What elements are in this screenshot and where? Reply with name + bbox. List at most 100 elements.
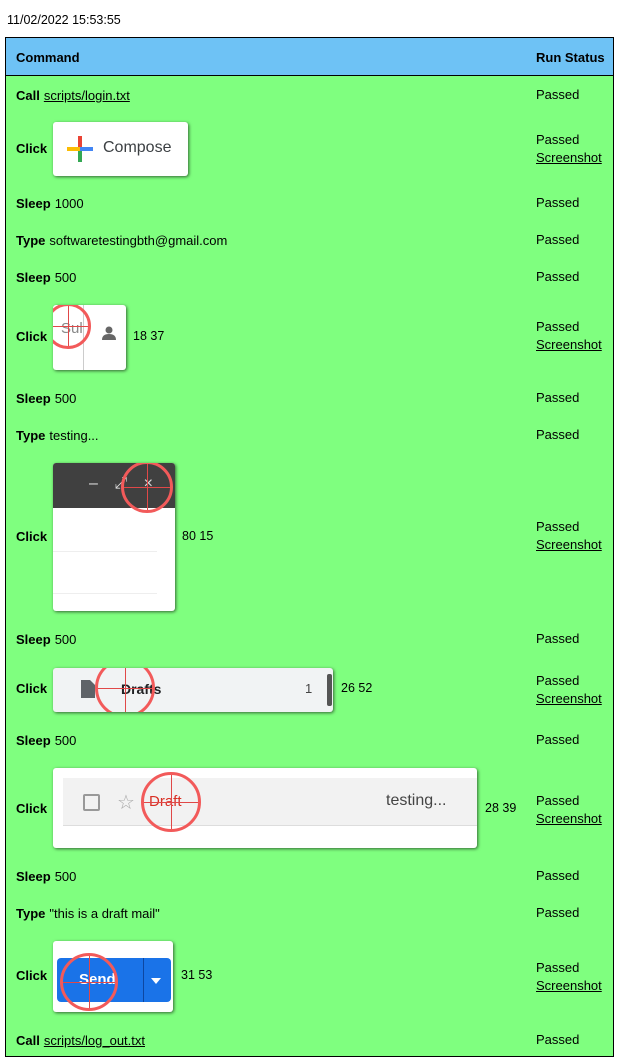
command-action: Call — [16, 1033, 40, 1048]
script-link[interactable]: scripts/login.txt — [44, 88, 130, 103]
command-action: Sleep — [16, 391, 51, 406]
status-text: Passed — [536, 960, 580, 975]
status-cell: Passed — [536, 1031, 579, 1049]
command-cell: Click — [16, 681, 51, 696]
click-target-marker — [141, 772, 201, 832]
status-text: Passed — [536, 132, 580, 147]
status-cell: Passed — [536, 389, 579, 407]
dropdown-arrow-icon — [151, 978, 161, 984]
status-cell: Passed — [536, 904, 579, 922]
command-cell: Call scripts/log_out.txt — [16, 1033, 145, 1048]
command-cell: Sleep 500 — [16, 733, 76, 748]
command-cell: Sleep 1000 — [16, 196, 84, 211]
compose-plus-icon — [67, 136, 93, 162]
command-cell: Call scripts/login.txt — [16, 88, 130, 103]
click-target-thumbnail: ☆ Draft testing... — [53, 768, 477, 848]
status-cell: Passed — [536, 630, 579, 648]
command-column-header: Command — [16, 50, 80, 65]
command-action: Click — [16, 681, 48, 696]
screenshot-link[interactable]: Screenshot — [536, 536, 602, 554]
status-cell: Passed Screenshot — [536, 959, 602, 995]
screenshot-link[interactable]: Screenshot — [536, 977, 602, 995]
command-action: Click — [16, 529, 48, 544]
click-target-thumbnail: Compose — [53, 122, 188, 176]
status-text: Passed — [536, 1032, 580, 1047]
draft-file-icon — [81, 680, 95, 698]
person-icon — [102, 326, 116, 340]
command-cell: Sleep 500 — [16, 632, 76, 647]
command-argument: 500 — [54, 270, 77, 285]
status-cell: Passed Screenshot — [536, 318, 602, 354]
status-text: Passed — [536, 673, 580, 688]
click-coordinates: 31 53 — [181, 968, 213, 982]
status-cell: Passed Screenshot — [536, 792, 602, 828]
status-text: Passed — [536, 905, 580, 920]
click-target-marker — [95, 668, 155, 712]
subject-text: testing... — [386, 792, 447, 809]
status-text: Passed — [536, 232, 580, 247]
command-cell: Sleep 500 — [16, 391, 76, 406]
status-text: Passed — [536, 519, 580, 534]
command-action: Click — [16, 329, 48, 344]
click-coordinates: 18 37 — [133, 329, 165, 343]
command-action: Type — [16, 428, 46, 443]
command-cell: Sleep 500 — [16, 270, 76, 285]
command-cell: Type softwaretestingbth@gmail.com — [16, 233, 227, 248]
status-cell: Passed — [536, 231, 579, 249]
command-cell: Click — [16, 329, 51, 344]
click-coordinates: 80 15 — [182, 529, 214, 543]
click-target-marker — [53, 305, 91, 349]
command-argument: "this is a draft mail" — [49, 906, 160, 921]
command-action: Click — [16, 141, 48, 156]
script-link[interactable]: scripts/log_out.txt — [44, 1033, 145, 1048]
status-cell: Passed Screenshot — [536, 131, 602, 167]
status-cell: Passed Screenshot — [536, 518, 602, 554]
command-action: Sleep — [16, 270, 51, 285]
click-target-thumbnail: – ⤢ × — [53, 463, 175, 611]
command-action: Click — [16, 968, 48, 983]
command-argument: 1000 — [54, 196, 84, 211]
star-icon: ☆ — [117, 792, 135, 814]
command-argument: testing... — [49, 428, 99, 443]
status-cell: Passed — [536, 268, 579, 286]
status-text: Passed — [536, 427, 580, 442]
checkbox-icon — [83, 794, 100, 811]
status-text: Passed — [536, 793, 580, 808]
command-cell: Click — [16, 801, 51, 816]
status-cell: Passed Screenshot — [536, 672, 602, 708]
command-cell: Type testing... — [16, 428, 99, 443]
screenshot-link[interactable]: Screenshot — [536, 336, 602, 354]
run-status-column-header: Run Status — [536, 50, 605, 65]
screenshot-link[interactable]: Screenshot — [536, 690, 602, 708]
click-target-thumbnail: Drafts 1 — [53, 668, 333, 712]
command-cell: Sleep 500 — [16, 869, 76, 884]
click-target-marker — [121, 463, 173, 513]
command-action: Click — [16, 801, 48, 816]
screenshot-link[interactable]: Screenshot — [536, 810, 602, 828]
command-cell: Click — [16, 141, 51, 156]
command-action: Type — [16, 233, 46, 248]
table-header: Command Run Status — [6, 38, 613, 76]
command-action: Type — [16, 906, 46, 921]
status-text: Passed — [536, 319, 580, 334]
status-text: Passed — [536, 631, 580, 646]
status-cell: Passed — [536, 426, 579, 444]
report-timestamp: 11/02/2022 15:53:55 — [7, 13, 121, 27]
results-table: Command Run Status Call scripts/login.tx… — [5, 37, 614, 1057]
command-cell: Click — [16, 968, 51, 983]
status-cell: Passed — [536, 86, 579, 104]
click-target-thumbnail: Send — [53, 941, 173, 1012]
status-text: Passed — [536, 195, 580, 210]
status-text: Passed — [536, 868, 580, 883]
status-cell: Passed — [536, 731, 579, 749]
compose-label: Compose — [103, 139, 172, 156]
screenshot-link[interactable]: Screenshot — [536, 149, 602, 167]
click-target-thumbnail: Sul — [53, 305, 126, 370]
status-text: Passed — [536, 269, 580, 284]
command-argument: 500 — [54, 733, 77, 748]
command-argument: softwaretestingbth@gmail.com — [49, 233, 228, 248]
command-action: Sleep — [16, 733, 51, 748]
command-argument: 500 — [54, 632, 77, 647]
status-text: Passed — [536, 87, 580, 102]
click-coordinates: 28 39 — [485, 801, 517, 815]
